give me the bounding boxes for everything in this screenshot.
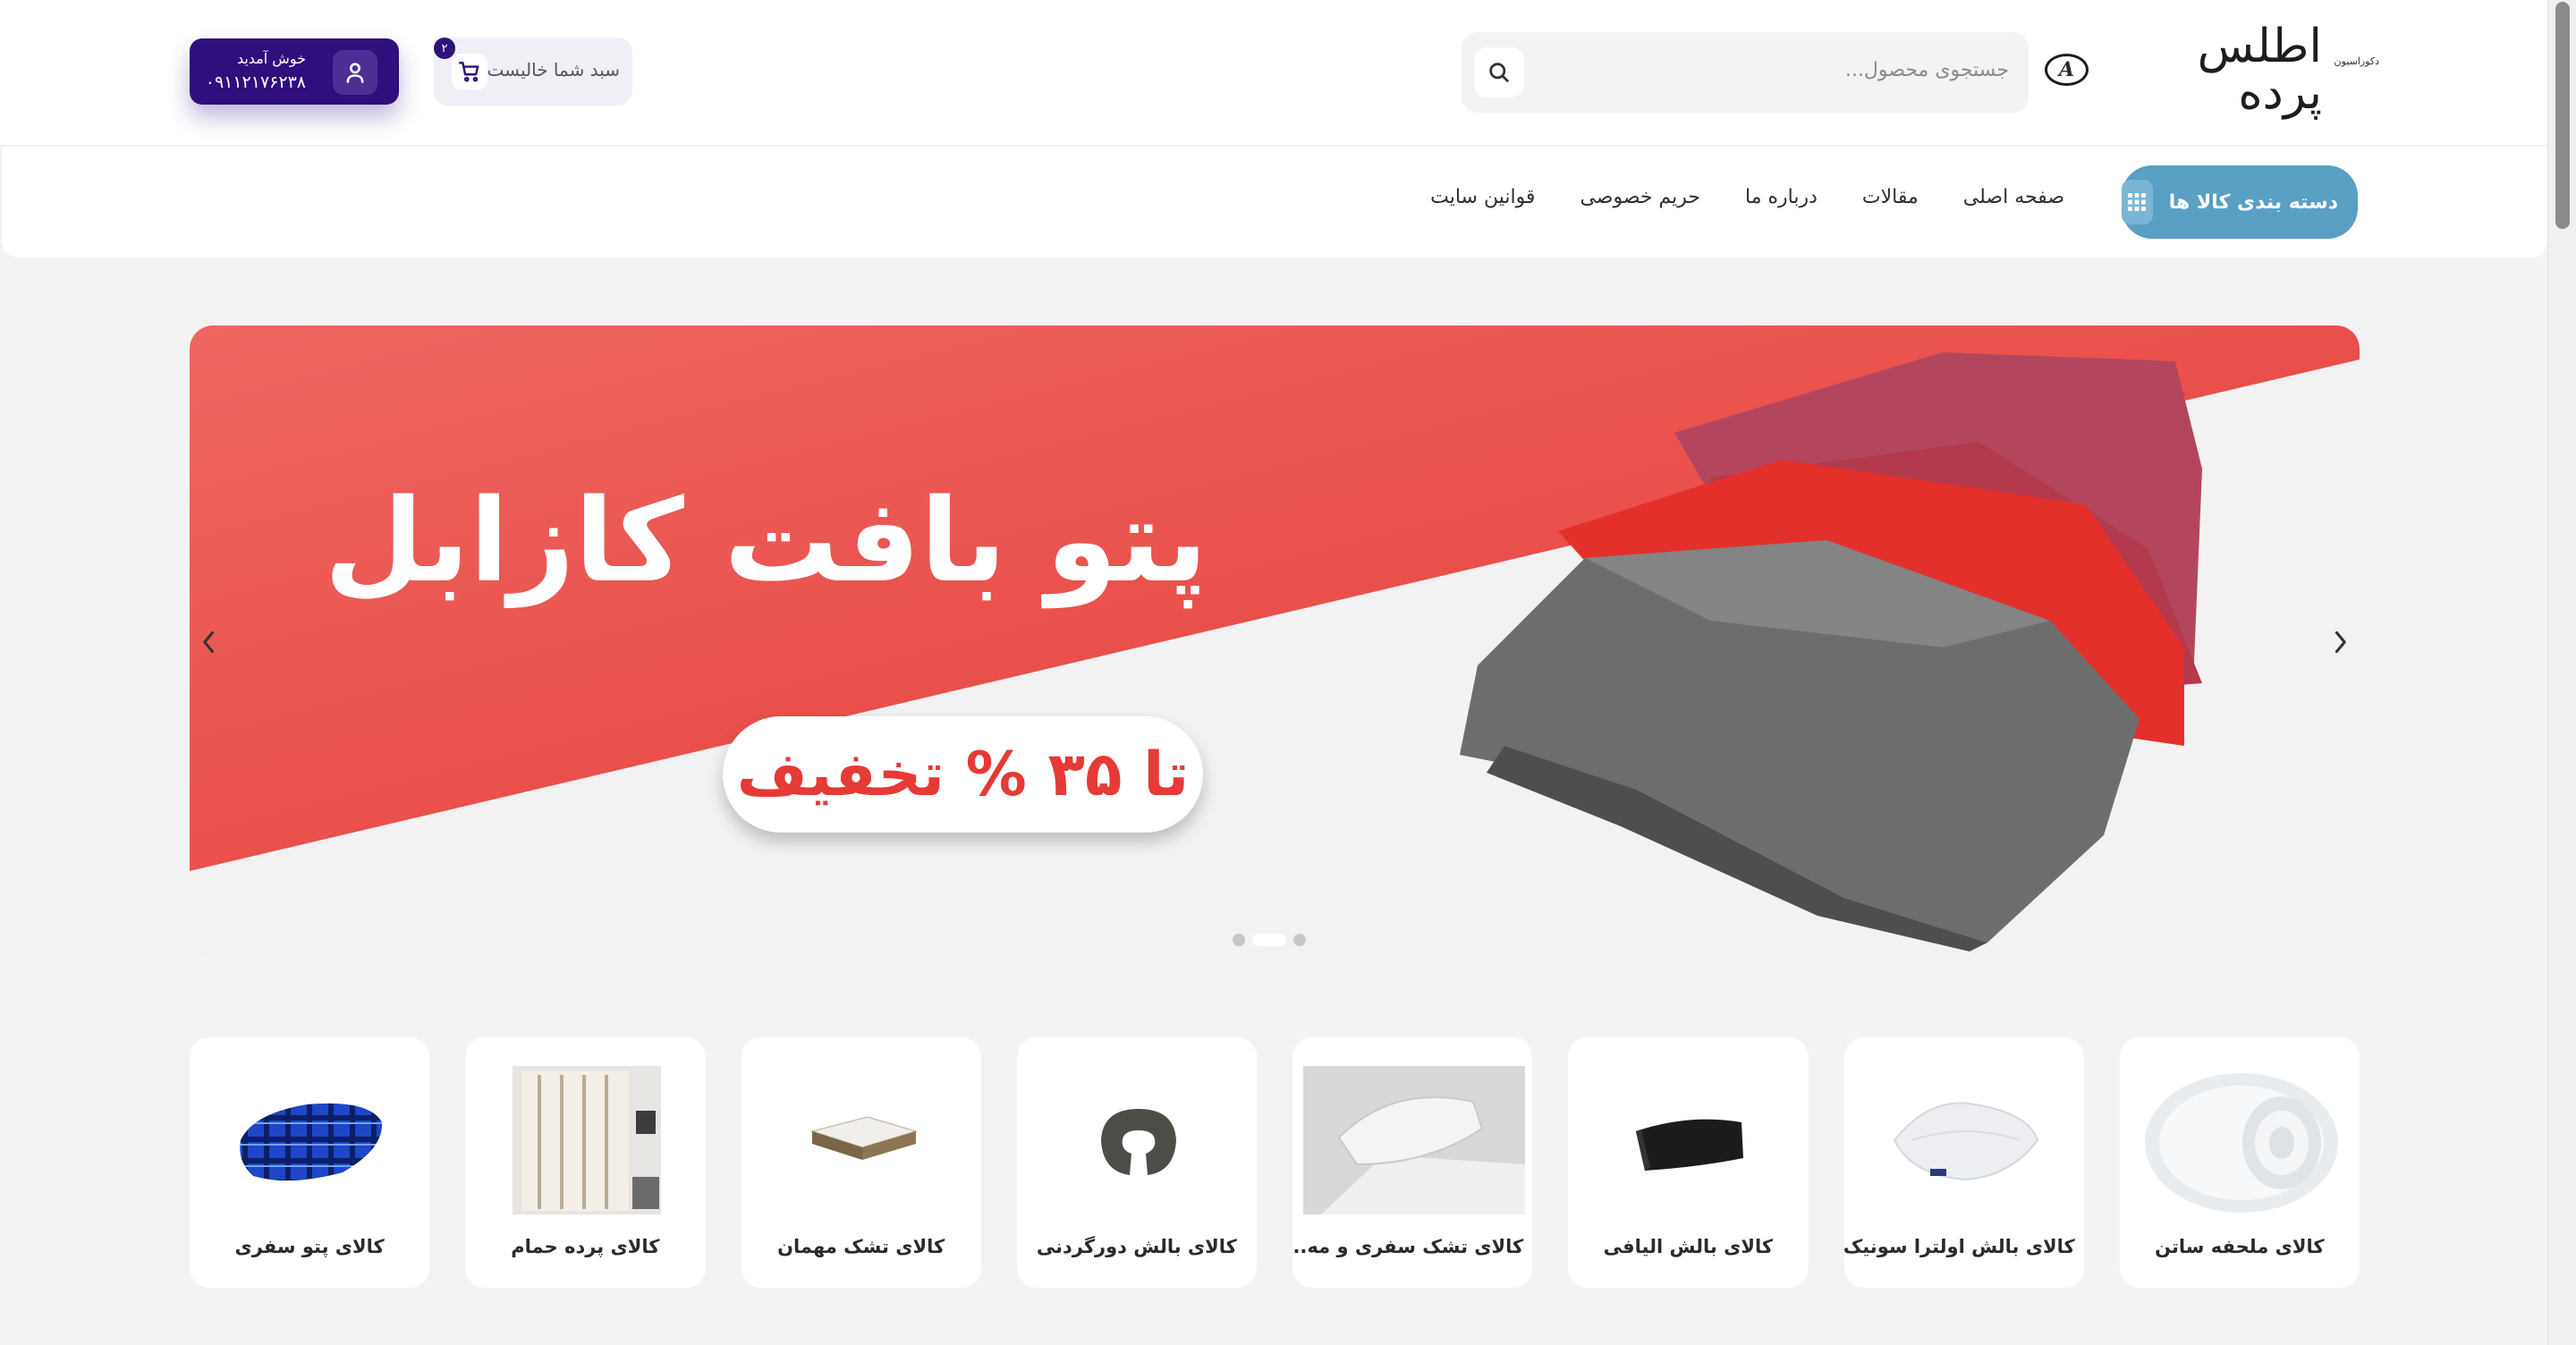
category-card[interactable]: کالای تشک سفری و مه... bbox=[1292, 1037, 1533, 1288]
slider-dot[interactable] bbox=[1233, 934, 1245, 946]
category-card[interactable]: کالای بالش الیافی bbox=[1568, 1037, 1809, 1288]
slider-dot[interactable] bbox=[1293, 934, 1306, 946]
category-card[interactable]: کالای بالش دورگردنی bbox=[1016, 1037, 1257, 1288]
slide-discount-badge[interactable]: تا ۳۵ % تخفیف bbox=[723, 716, 1203, 833]
main-nav: دسته بندی کالا ها صفحه اصلی مقالات دربار… bbox=[2, 147, 2547, 258]
nav-link-articles[interactable]: مقالات bbox=[1862, 186, 1919, 208]
shower-curtain-icon bbox=[476, 1066, 698, 1214]
nav-link-privacy[interactable]: حریم خصوصی bbox=[1580, 186, 1700, 208]
category-title: کالای پتو سفری bbox=[234, 1236, 385, 1257]
user-account-button[interactable]: خوش آمدید ۰۹۱۱۲۱۷۶۲۳۸ bbox=[190, 38, 399, 105]
category-card[interactable]: کالای تشک مهمان bbox=[741, 1037, 981, 1288]
category-title: کالای بالش اولترا سونیک bbox=[1843, 1236, 2075, 1257]
nav-link-rules[interactable]: قوانین سایت bbox=[1430, 186, 1535, 208]
lumbar-pillow-icon bbox=[1579, 1066, 1801, 1214]
category-title: کالای بالش الیافی bbox=[1603, 1236, 1774, 1257]
slide-background bbox=[190, 326, 2360, 959]
cart-count-badge: ۲ bbox=[434, 38, 455, 59]
cart-label: سبد شما خالیست bbox=[487, 59, 621, 80]
category-list: کالای ملحفه ساتن کالای بالش اولترا سونیک… bbox=[190, 1037, 2360, 1288]
search-button[interactable] bbox=[1474, 47, 1524, 97]
cart-button[interactable]: سبد شما خالیست ۲ bbox=[434, 38, 632, 106]
logo-mark-icon: A bbox=[2045, 54, 2089, 86]
search-icon bbox=[1489, 63, 1509, 82]
categories-menu-button[interactable]: دسته بندی کالا ها bbox=[2122, 165, 2358, 239]
cart-icon bbox=[452, 54, 487, 89]
chevron-right-icon bbox=[2334, 630, 2346, 654]
hero-slider[interactable]: پتو بافت کازابل تا ۳۵ % تخفیف bbox=[190, 326, 2360, 959]
search-input[interactable]: جستجوی محصول... bbox=[1845, 59, 2009, 81]
category-title: کالای تشک سفری و مه... bbox=[1292, 1236, 1524, 1257]
user-phone: ۰۹۱۱۲۱۷۶۲۳۸ bbox=[205, 72, 306, 92]
pillow-icon bbox=[1855, 1066, 2077, 1214]
scrollbar-thumb[interactable] bbox=[2555, 2, 2570, 229]
search-bar[interactable]: جستجوی محصول... bbox=[1462, 32, 2029, 113]
slider-dots bbox=[1233, 934, 1306, 946]
nav-link-home[interactable]: صفحه اصلی bbox=[1963, 186, 2064, 208]
slide-title: پتو بافت کازابل bbox=[324, 475, 1208, 608]
site-logo[interactable]: اطلس پرده A bbox=[2045, 23, 2322, 116]
duvet-icon bbox=[2131, 1066, 2352, 1214]
blanket-icon bbox=[200, 1066, 422, 1214]
category-title: کالای پرده حمام bbox=[511, 1236, 660, 1257]
category-card[interactable]: کالای پرده حمام bbox=[465, 1037, 706, 1288]
logo-text: اطلس پرده bbox=[2197, 20, 2322, 120]
travel-mattress-icon bbox=[1303, 1066, 1525, 1214]
neck-pillow-icon bbox=[1028, 1066, 1250, 1214]
category-title: کالای ملحفه ساتن bbox=[2155, 1236, 2325, 1257]
category-title: کالای بالش دورگردنی bbox=[1036, 1236, 1237, 1257]
category-card[interactable]: کالای پتو سفری bbox=[190, 1037, 430, 1288]
slider-prev-button[interactable] bbox=[190, 613, 229, 671]
slide-discount-text: تا ۳۵ % تخفیف bbox=[736, 739, 1190, 810]
slider-next-button[interactable] bbox=[2320, 613, 2360, 671]
page-scrollbar[interactable] bbox=[2547, 0, 2576, 1345]
user-welcome-text: خوش آمدید bbox=[236, 50, 306, 67]
chevron-left-icon bbox=[203, 630, 215, 654]
categories-menu-label: دسته بندی کالا ها bbox=[2168, 190, 2338, 214]
mattress-icon bbox=[752, 1066, 974, 1214]
category-card[interactable]: کالای بالش اولترا سونیک bbox=[1843, 1037, 2084, 1288]
site-header: اطلس پرده A دکوراسیون جستجوی محصول... سب… bbox=[0, 0, 2547, 147]
logo-subtitle: دکوراسیون bbox=[2334, 55, 2379, 67]
nav-links: صفحه اصلی مقالات درباره ما حریم خصوصی قو… bbox=[1430, 186, 2064, 208]
grid-icon bbox=[2122, 180, 2153, 224]
category-title: کالای تشک مهمان bbox=[777, 1236, 945, 1257]
category-card[interactable]: کالای ملحفه ساتن bbox=[2119, 1037, 2360, 1288]
user-icon bbox=[333, 50, 377, 95]
slider-dot-active[interactable] bbox=[1252, 934, 1286, 946]
nav-link-about[interactable]: درباره ما bbox=[1745, 186, 1818, 208]
